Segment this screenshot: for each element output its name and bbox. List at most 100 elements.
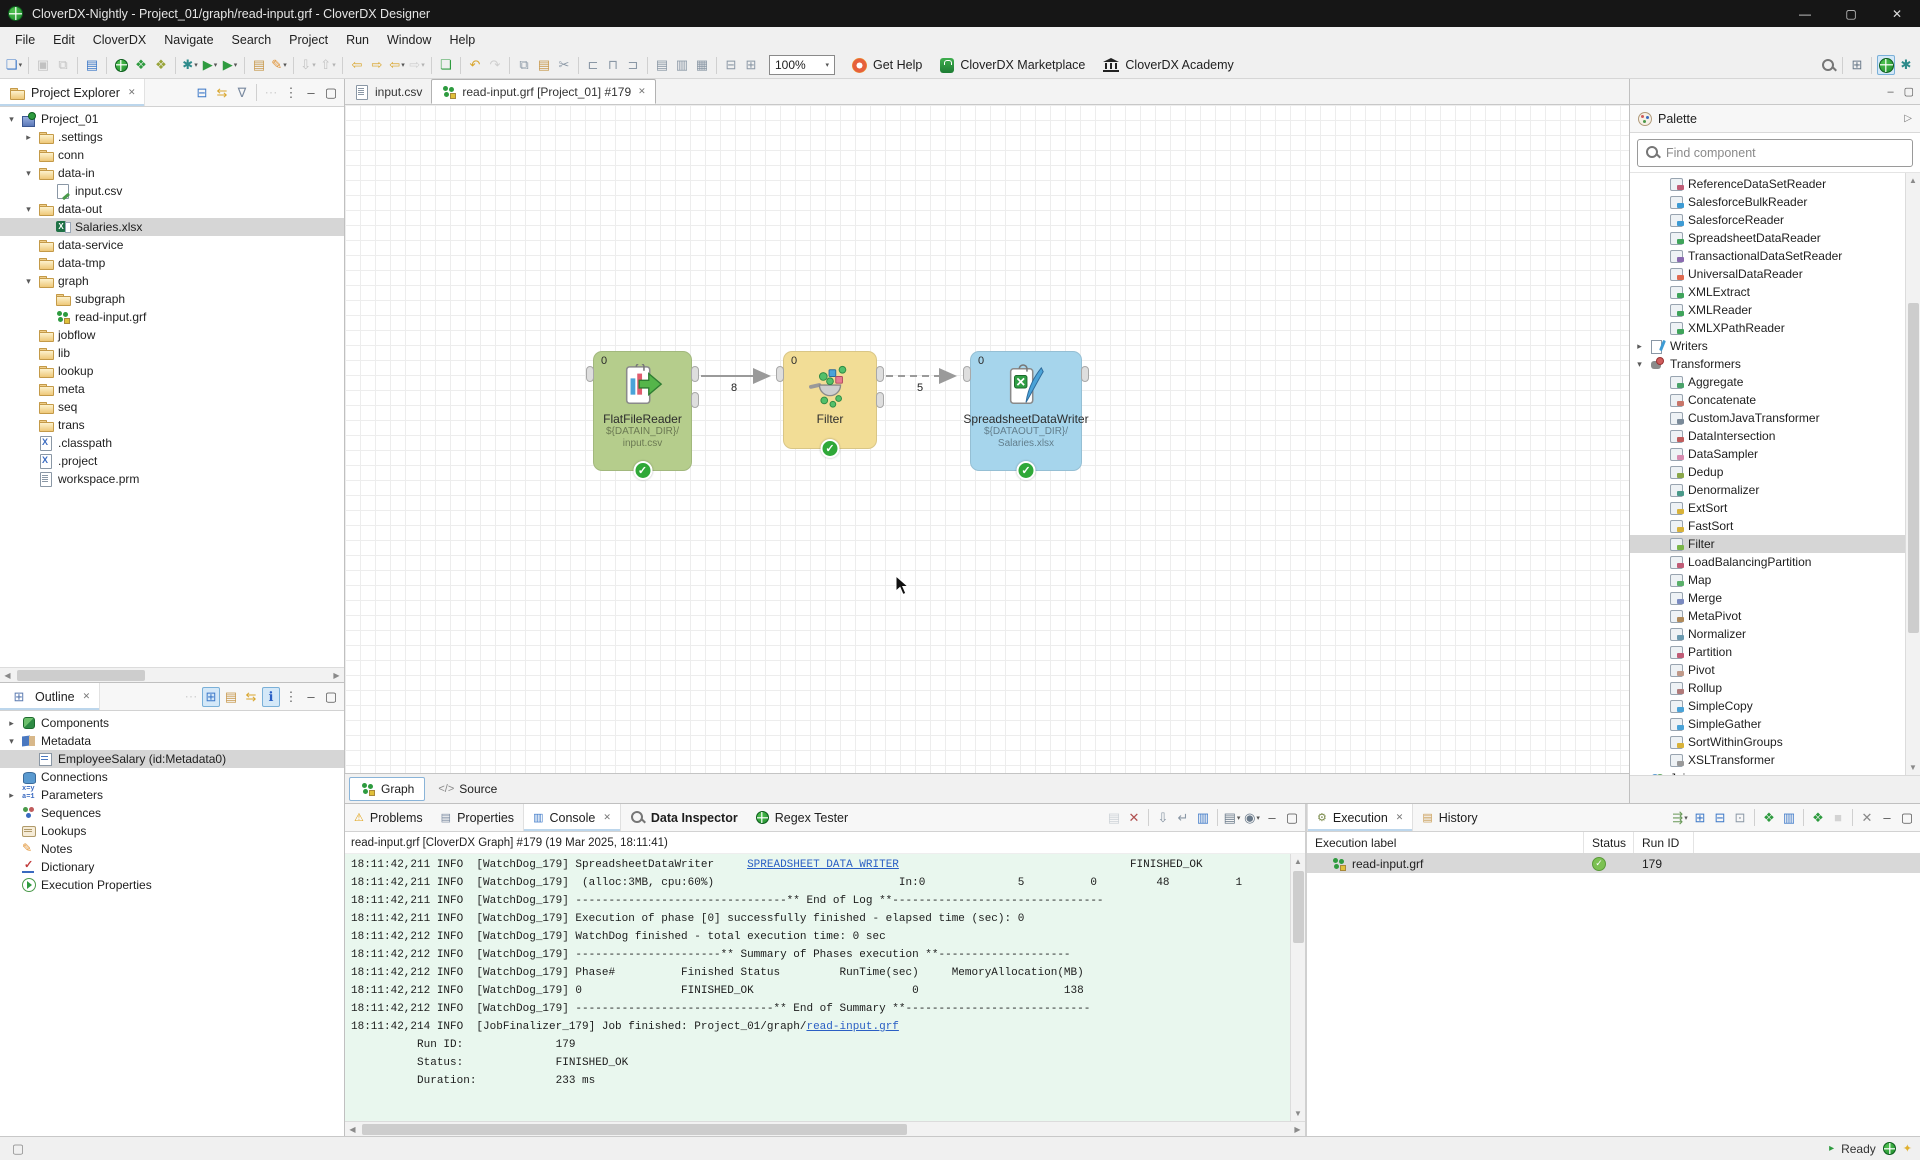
minimize-icon[interactable]: – [1878,808,1896,828]
collapse-all-icon[interactable]: ⊟ [1711,808,1729,828]
palette-item-xmlextract[interactable]: XMLExtract [1630,283,1905,301]
palette-item-loadbalancingpartition[interactable]: LoadBalancingPartition [1630,553,1905,571]
output-port[interactable] [1081,366,1089,382]
output-port[interactable] [876,366,884,382]
collapse-palette-icon[interactable]: ▷ [1904,113,1912,124]
tree-item-connections[interactable]: Connections [0,768,344,786]
more-icon[interactable]: ⋮ [282,83,300,103]
search-icon[interactable] [1819,55,1837,75]
show-console-output-icon[interactable]: ▥ [1194,808,1212,828]
tree-item-jobflow[interactable]: jobflow [0,326,344,344]
output-port[interactable] [691,366,699,382]
minimize-icon[interactable]: – [1887,86,1893,98]
close-icon[interactable]: ✕ [128,87,136,98]
undo-icon[interactable]: ↶ [466,55,484,75]
palette-item-merge[interactable]: Merge [1630,589,1905,607]
column-header-execution-label[interactable]: Execution label [1307,832,1584,853]
scroll-down-icon[interactable]: ▼ [1291,1106,1305,1121]
highlighter-icon[interactable]: ✎ ▾ [270,55,288,75]
project-explorer-hscrollbar[interactable]: ◀ ▶ [0,667,344,682]
tree-item-dictionary[interactable]: Dictionary [0,858,344,876]
tab-data-inspector[interactable]: Data Inspector [621,804,747,831]
menu-search[interactable]: Search [223,30,281,50]
palette-item-xmlxpathreader[interactable]: XMLXPathReader [1630,319,1905,337]
tree-item-sequences[interactable]: Sequences [0,804,344,822]
maximize-icon[interactable]: ▢ [322,83,340,103]
palette-item-concatenate[interactable]: Concatenate [1630,391,1905,409]
palette-item-map[interactable]: Map [1630,571,1905,589]
tree-item-trans[interactable]: trans [0,416,344,434]
match-size-icon[interactable]: ▦ [693,55,711,75]
maximize-window-button[interactable]: ▢ [1828,0,1874,27]
new-subgraph-icon[interactable]: ❖ [132,55,150,75]
get-help-link[interactable]: Get Help [852,57,922,73]
clear-console-icon[interactable]: ✕ [1125,808,1143,828]
tab-read-input-grf-project-01-179[interactable]: read-input.grf [Project_01] #179 ✕ [431,79,656,104]
maximize-icon[interactable]: ▢ [1904,85,1914,98]
tab-console[interactable]: ▥ Console ✕ [523,804,621,831]
expand-chevron-icon[interactable]: ▸ [1634,341,1645,352]
tree-item-employeesalary-id-metadata0[interactable]: EmployeeSalary (id:Metadata0) [0,750,344,768]
console-hscrollbar[interactable]: ◀ ▶ [345,1121,1305,1136]
close-icon[interactable]: ✕ [603,812,611,823]
new-jobflow-icon[interactable]: ❖ [152,55,170,75]
palette-item-dedup[interactable]: Dedup [1630,463,1905,481]
tab-properties[interactable]: ▤ Properties [432,804,523,831]
collapse-all-icon[interactable]: ⊟ [193,83,211,103]
scroll-up-icon[interactable]: ▲ [1906,173,1920,188]
tree-item-data-service[interactable]: data-service [0,236,344,254]
find-component-input[interactable] [1666,145,1905,160]
palette-item-rollup[interactable]: Rollup [1630,679,1905,697]
palette-item-normalizer[interactable]: Normalizer [1630,625,1905,643]
scroll-right-icon[interactable]: ▶ [329,671,344,680]
palette-item-salesforcebulkreader[interactable]: SalesforceBulkReader [1630,193,1905,211]
link-editor-icon[interactable]: ⇆ [213,83,231,103]
align-left-icon[interactable]: ⊏ [584,55,602,75]
notification-star-icon[interactable]: ✦ [1903,1142,1912,1155]
debug-icon[interactable]: ✱ ▾ [181,55,199,75]
menu-file[interactable]: File [6,30,44,50]
expand-chevron-icon[interactable]: ▸ [6,790,17,801]
run-configurations-icon[interactable]: ▶ ▾ [221,55,239,75]
expand-all-icon[interactable]: ⊞ [1691,808,1709,828]
palette-item-spreadsheetdatareader[interactable]: SpreadsheetDataReader [1630,229,1905,247]
tab-regex-tester[interactable]: Regex Tester [747,804,857,831]
palette-item-sortwithingroups[interactable]: SortWithinGroups [1630,733,1905,751]
vscroll-thumb[interactable] [1908,303,1919,633]
open-console-icon[interactable]: ▤ [83,55,101,75]
back-history-icon[interactable]: ⇦ ▾ [388,55,406,75]
node-spreadsheetdatawriter[interactable]: 0 SpreadsheetDataWriter ${DATAOUT_DIR}/ … [963,351,1089,480]
output-port[interactable] [691,392,699,408]
log-link[interactable]: SPREADSHEET DATA WRITER [747,859,899,871]
expand-chevron-icon[interactable]: ▸ [23,132,34,143]
clipboard-icon[interactable]: ▤ [250,55,268,75]
tree-item-execution-properties[interactable]: Execution Properties [0,876,344,894]
execution-row-read-input-grf[interactable]: read-input.grf ✓ 179 [1307,854,1920,873]
palette-item-pivot[interactable]: Pivot [1630,661,1905,679]
tab-input-csv[interactable]: input.csv [345,79,431,104]
zoom-select[interactable]: 100% ▾ [769,55,835,75]
remove-icon[interactable]: ✕ [1858,808,1876,828]
palette-item-fastsort[interactable]: FastSort [1630,517,1905,535]
align-right-icon[interactable]: ⊐ [624,55,642,75]
tree-item-input-csv[interactable]: input.csv [0,182,344,200]
tab-source[interactable]: </> Source [427,777,508,801]
console-log[interactable]: 18:11:42,211 INFO [WatchDog_179] Spreads… [345,854,1290,1121]
palette-item-xsltransformer[interactable]: XSLTransformer [1630,751,1905,769]
outline-tab[interactable]: ⊞ Outline ✕ [0,683,101,710]
palette-item-referencedatasetreader[interactable]: ReferenceDataSetReader [1630,175,1905,193]
pin-console-icon[interactable]: ◉ ▾ [1243,808,1261,828]
palette-item-simplegather[interactable]: SimpleGather [1630,715,1905,733]
tree-item-data-tmp[interactable]: data-tmp [0,254,344,272]
project-explorer-tab[interactable]: Project Explorer ✕ [0,79,146,106]
link-editor-icon[interactable]: ⇆ [242,687,260,707]
word-wrap-icon[interactable]: ↵ [1174,808,1192,828]
column-header-status[interactable]: Status [1584,832,1634,853]
palette-item-partition[interactable]: Partition [1630,643,1905,661]
open-graph-icon[interactable]: ❖ [1760,808,1778,828]
run-again-icon[interactable]: ❖ [1809,808,1827,828]
clover-perspective-icon[interactable] [1877,55,1895,75]
tree-item-metadata[interactable]: ▾ Metadata [0,732,344,750]
palette-header[interactable]: Palette ▷ [1630,105,1920,133]
cut-icon[interactable]: ✂ [555,55,573,75]
